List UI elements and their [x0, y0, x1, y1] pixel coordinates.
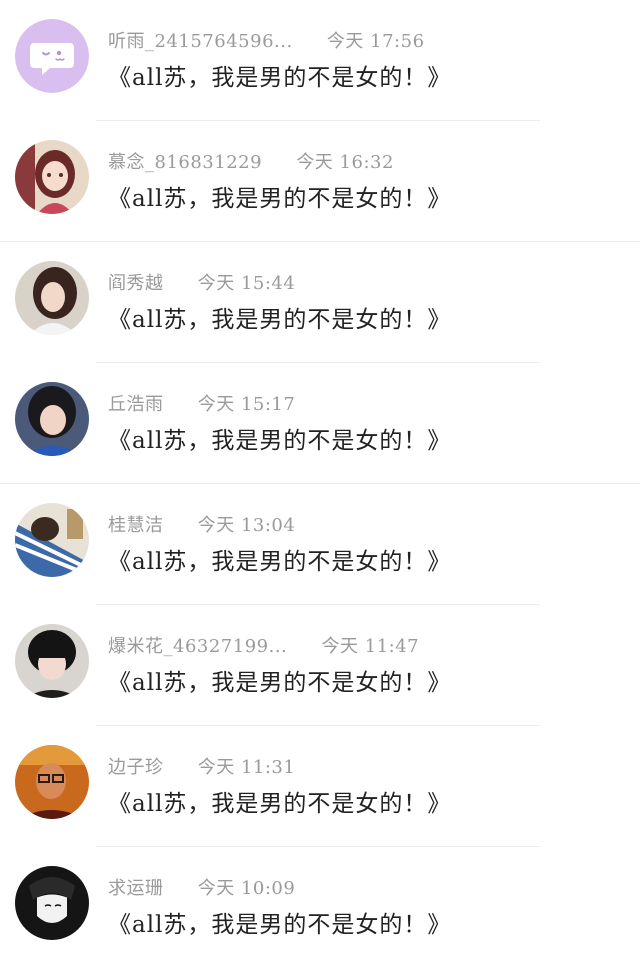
comment-meta: 边子珍 今天 11:31	[108, 753, 296, 779]
comment-row[interactable]: 阎秀越 今天 15:44 《all苏，我是男的不是女的！》	[0, 242, 640, 363]
comment-text: 《all苏，我是男的不是女的！》	[108, 912, 452, 938]
sketch-avatar[interactable]	[15, 866, 89, 940]
timestamp: 今天 15:44	[197, 273, 296, 294]
comment-meta: 求运珊 今天 10:09	[108, 874, 296, 900]
chat-bubble-default-avatar-icon[interactable]	[15, 19, 89, 93]
user-photo-avatar[interactable]	[15, 624, 89, 698]
comment-row[interactable]: 慕念_816831229 今天 16:32 《all苏，我是男的不是女的！》	[0, 121, 640, 242]
user-photo-avatar[interactable]	[15, 745, 89, 819]
user-photo-avatar[interactable]	[15, 503, 89, 577]
comment-meta: 桂慧洁 今天 13:04	[108, 511, 296, 537]
username[interactable]: 慕念_816831229	[108, 148, 262, 174]
comment-row[interactable]: 听雨_2415764596... 今天 17:56 《all苏，我是男的不是女的…	[0, 0, 640, 121]
comment-row[interactable]: 爆米花_46327199... 今天 11:47 《all苏，我是男的不是女的！…	[0, 605, 640, 726]
comment-row[interactable]: 求运珊 今天 10:09 《all苏，我是男的不是女的！》	[0, 847, 640, 968]
comment-text: 《all苏，我是男的不是女的！》	[108, 186, 452, 212]
anime-girl-avatar[interactable]	[15, 140, 89, 214]
timestamp: 今天 10:09	[197, 878, 296, 899]
comment-text: 《all苏，我是男的不是女的！》	[108, 549, 452, 575]
comment-text: 《all苏，我是男的不是女的！》	[108, 428, 452, 454]
username[interactable]: 求运珊	[108, 874, 164, 900]
username[interactable]: 听雨_2415764596...	[108, 27, 293, 53]
user-photo-avatar[interactable]	[15, 382, 89, 456]
timestamp: 今天 11:47	[321, 636, 420, 657]
comment-feed: 听雨_2415764596... 今天 17:56 《all苏，我是男的不是女的…	[0, 0, 640, 951]
user-photo-avatar[interactable]	[15, 261, 89, 335]
comment-text: 《all苏，我是男的不是女的！》	[108, 670, 452, 696]
comment-meta: 慕念_816831229 今天 16:32	[108, 148, 394, 174]
timestamp: 今天 16:32	[296, 152, 394, 173]
comment-meta: 听雨_2415764596... 今天 17:56	[108, 27, 425, 53]
timestamp: 今天 13:04	[197, 515, 296, 536]
username[interactable]: 爆米花_46327199...	[108, 632, 287, 658]
comment-meta: 丘浩雨 今天 15:17	[108, 390, 296, 416]
comment-row[interactable]: 边子珍 今天 11:31 《all苏，我是男的不是女的！》	[0, 726, 640, 847]
username[interactable]: 阎秀越	[108, 269, 164, 295]
comment-meta: 爆米花_46327199... 今天 11:47	[108, 632, 420, 658]
comment-meta: 阎秀越 今天 15:44	[108, 269, 296, 295]
comment-text: 《all苏，我是男的不是女的！》	[108, 791, 452, 817]
comment-row[interactable]: 桂慧洁 今天 13:04 《all苏，我是男的不是女的！》	[0, 484, 640, 605]
timestamp: 今天 11:31	[197, 757, 296, 778]
timestamp: 今天 17:56	[326, 31, 425, 52]
username[interactable]: 边子珍	[108, 753, 164, 779]
comment-row[interactable]: 丘浩雨 今天 15:17 《all苏，我是男的不是女的！》	[0, 363, 640, 484]
username[interactable]: 丘浩雨	[108, 390, 164, 416]
timestamp: 今天 15:17	[197, 394, 296, 415]
comment-text: 《all苏，我是男的不是女的！》	[108, 65, 452, 91]
username[interactable]: 桂慧洁	[108, 511, 164, 537]
comment-text: 《all苏，我是男的不是女的！》	[108, 307, 452, 333]
